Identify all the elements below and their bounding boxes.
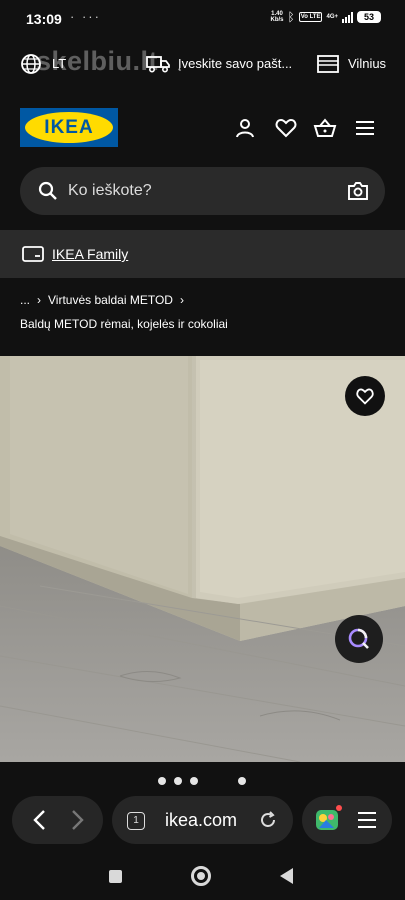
extension-icon[interactable]: [314, 808, 340, 832]
url-text[interactable]: ikea.com: [165, 810, 237, 831]
address-bar[interactable]: 1 ikea.com: [112, 796, 293, 844]
logo-text: IKEA: [44, 117, 94, 138]
site-header: IKEA: [0, 88, 405, 164]
notification-dot: [336, 805, 342, 811]
signal-icon: [342, 11, 353, 23]
top-strip: LT skelbiu.lt Įveskite savo pašt... Viln…: [0, 38, 405, 88]
bluetooth-icon: ᛒ: [287, 10, 295, 24]
ikea-family-link[interactable]: IKEA Family: [52, 246, 128, 262]
system-navigation-bar: [0, 852, 405, 900]
status-notification-dots: · ···: [70, 9, 101, 24]
browser-forward-icon[interactable]: [67, 808, 87, 832]
carousel-dot-active[interactable]: [238, 777, 246, 785]
kitchen-cabinet-photo: [0, 356, 405, 762]
search-icon: [38, 181, 57, 200]
status-time: 13:09: [26, 11, 62, 27]
delivery-truck-icon[interactable]: [146, 54, 170, 74]
watermark: skelbiu.lt: [36, 46, 159, 76]
status-indicators: 1.40 Kb/s ᛒ Vo LTE 4G+ 53: [270, 10, 381, 24]
visual-search-button[interactable]: [335, 615, 383, 663]
chevron-right-icon: ›: [179, 293, 184, 307]
network-type: 4G+: [326, 14, 338, 20]
browser-toolbar: 1 ikea.com: [0, 794, 405, 852]
reload-icon[interactable]: [258, 810, 278, 830]
breadcrumb-row: ... › Virtuvės baldai METOD ›: [20, 293, 184, 307]
breadcrumb: ... › Virtuvės baldai METOD › Baldų METO…: [0, 278, 405, 356]
store-city-link[interactable]: Vilnius: [348, 56, 386, 71]
home-icon[interactable]: [191, 866, 211, 886]
net-speed-unit: Kb/s: [270, 17, 284, 23]
carousel-dot[interactable]: [174, 777, 182, 785]
ikea-logo[interactable]: IKEA: [20, 108, 118, 147]
recent-apps-icon[interactable]: [109, 870, 122, 883]
browser-back-icon[interactable]: [30, 808, 50, 832]
basket-icon[interactable]: [313, 116, 337, 140]
hamburger-icon[interactable]: [353, 116, 377, 140]
card-icon: [22, 246, 44, 262]
carousel-indicators: [0, 762, 405, 794]
ikea-family-banner[interactable]: IKEA Family: [0, 230, 405, 278]
heart-icon: [356, 388, 374, 405]
breadcrumb-current[interactable]: Baldų METOD rėmai, kojelės ir cokoliai: [20, 317, 228, 331]
tab-count[interactable]: 1: [127, 812, 145, 830]
save-to-favourites-button[interactable]: [345, 376, 385, 416]
breadcrumb-parent-link[interactable]: Virtuvės baldai METOD: [48, 293, 173, 307]
lens-icon: [348, 628, 369, 649]
hamburger-icon[interactable]: [356, 810, 378, 830]
search-input[interactable]: Ko ieškote?: [68, 182, 152, 200]
back-icon[interactable]: [280, 868, 293, 884]
heart-icon[interactable]: [274, 116, 298, 140]
search-bar[interactable]: Ko ieškote?: [20, 167, 385, 215]
net-speed: 1.40 Kb/s: [270, 11, 283, 23]
status-bar: 13:09 · ··· 1.40 Kb/s ᛒ Vo LTE 4G+ 53: [0, 0, 405, 38]
store-icon[interactable]: [317, 54, 339, 74]
battery-icon: 53: [357, 11, 381, 23]
volte-badge: Vo LTE: [298, 12, 323, 22]
breadcrumb-ellipsis[interactable]: ...: [20, 293, 30, 307]
camera-search-icon[interactable]: [347, 180, 369, 202]
browser-menu-group: [302, 796, 392, 844]
carousel-dot[interactable]: [158, 777, 166, 785]
chevron-right-icon: ›: [37, 293, 42, 307]
postal-code-link[interactable]: Įveskite savo pašt...: [178, 56, 292, 71]
user-icon[interactable]: [233, 116, 257, 140]
carousel-dot[interactable]: [190, 777, 198, 785]
nav-buttons: [12, 796, 103, 844]
product-image[interactable]: [0, 356, 405, 762]
